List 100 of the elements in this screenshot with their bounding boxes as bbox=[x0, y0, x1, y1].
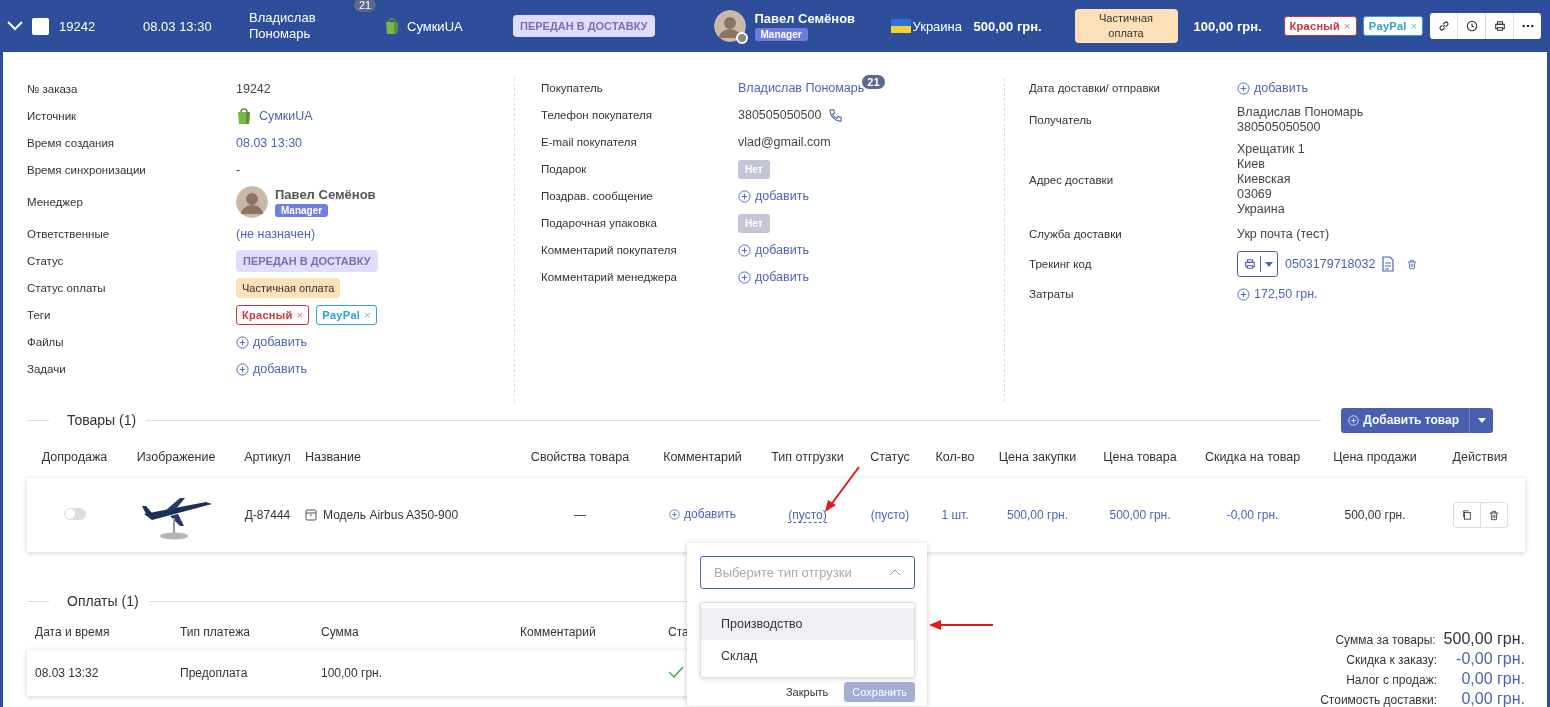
status-badge: ПЕРЕДАН В ДОСТАВКУ bbox=[513, 15, 655, 37]
field-label: Трекинг код bbox=[1029, 258, 1093, 270]
total-label: Стоимость доставки: bbox=[1320, 693, 1437, 707]
column-header: Сумма bbox=[321, 625, 360, 639]
column-header: Цена закупки bbox=[998, 450, 1077, 464]
payment-type: Предоплата bbox=[180, 666, 249, 680]
add-link[interactable]: добавить bbox=[738, 270, 809, 284]
field-link[interactable]: (не назначен) bbox=[236, 227, 316, 241]
total-value: 0,00 грн. bbox=[1460, 690, 1525, 707]
manager-name: Павел Семёнов bbox=[275, 187, 376, 202]
order-number: 19242 bbox=[59, 18, 97, 34]
plus-circle-icon bbox=[236, 362, 249, 376]
field-label: Статус оплаты bbox=[27, 282, 107, 294]
add-link[interactable]: добавить bbox=[236, 362, 307, 376]
field-label: Затраты bbox=[1029, 288, 1075, 300]
manager-name: Павел Семёнов bbox=[754, 11, 856, 26]
field-label: Файлы bbox=[27, 336, 65, 348]
column-header: Дата и время bbox=[35, 625, 111, 639]
plus-circle-icon bbox=[738, 270, 751, 284]
address-line: Киев bbox=[1237, 157, 1266, 172]
role-badge: Manager bbox=[275, 204, 329, 217]
customer-name[interactable]: Владислав Пономарь bbox=[249, 10, 329, 42]
print-dropdown-button[interactable] bbox=[1237, 251, 1278, 277]
toggle-switch[interactable] bbox=[63, 507, 86, 520]
dropdown-option[interactable]: Склад bbox=[701, 640, 914, 672]
column-header: Цена товара bbox=[1103, 450, 1177, 464]
source-name[interactable]: СумкиUA bbox=[259, 109, 313, 123]
column-header: Название bbox=[305, 450, 361, 464]
field-label: Телефон покупателя bbox=[541, 109, 653, 121]
column-header: Тип отгрузки bbox=[771, 450, 844, 464]
shopping-bag-icon bbox=[384, 17, 400, 35]
field-label: Подарочная упаковка bbox=[541, 217, 658, 229]
address-line: Хрещатик 1 bbox=[1237, 142, 1305, 157]
plus-circle-icon bbox=[1237, 81, 1250, 95]
field-value: vlad@gmail.com bbox=[738, 135, 831, 149]
add-link[interactable]: 172,50 грн. bbox=[1237, 287, 1318, 301]
field-link[interactable]: 08.03 13:30 bbox=[236, 136, 303, 150]
count-badge: 21 bbox=[354, 0, 377, 12]
total-label: Сумма за товары: bbox=[1335, 633, 1436, 647]
print-icon bbox=[1244, 258, 1256, 270]
plus-circle-icon bbox=[1237, 287, 1250, 301]
field-value: - bbox=[236, 163, 241, 177]
close-icon[interactable]: × bbox=[296, 309, 304, 321]
avatar bbox=[713, 10, 746, 42]
flag-icon bbox=[890, 19, 911, 33]
add-link[interactable]: добавить bbox=[738, 243, 809, 257]
payment-date: 08.03 13:32 bbox=[35, 666, 100, 680]
add-link[interactable]: добавить bbox=[1237, 81, 1308, 95]
column-header: Тип платежа bbox=[180, 625, 251, 639]
customer-link[interactable]: Владислав Пономарь bbox=[738, 81, 865, 95]
total-label: Скидка к заказу: bbox=[1346, 653, 1437, 667]
phone-icon[interactable] bbox=[828, 107, 844, 123]
tag-label: Красный bbox=[1289, 20, 1341, 32]
chevron-down-icon[interactable] bbox=[7, 21, 23, 31]
add-link[interactable]: добавить bbox=[669, 507, 736, 522]
no-badge: Нет bbox=[738, 213, 770, 233]
payment-status-badge: Частичная оплата bbox=[1074, 9, 1178, 43]
total-value: -0,00 грн. bbox=[1455, 650, 1525, 668]
column-header: Действия bbox=[1452, 450, 1508, 464]
field-value: 19242 bbox=[236, 82, 271, 96]
country-name: Украина bbox=[912, 18, 962, 34]
product-name[interactable]: Модель Airbus A350-900 bbox=[323, 508, 459, 522]
tag-label: PayPal bbox=[1368, 20, 1407, 32]
chevron-up-icon bbox=[889, 569, 901, 576]
section-title: Оплаты (1) bbox=[67, 593, 139, 609]
caret-icon bbox=[1478, 417, 1486, 423]
no-badge: Нет bbox=[738, 159, 770, 179]
trash-icon[interactable] bbox=[1407, 258, 1418, 270]
checkbox[interactable] bbox=[32, 17, 49, 35]
add-link[interactable]: добавить bbox=[236, 335, 307, 349]
total-value: 500,00 грн. bbox=[1443, 630, 1525, 648]
field-label: Теги bbox=[27, 309, 52, 321]
field-label: Ответственные bbox=[27, 228, 111, 240]
total-label: Налог с продаж: bbox=[1346, 673, 1437, 687]
close-button[interactable]: Закрыть bbox=[777, 682, 837, 702]
article-number: Д-87444 bbox=[244, 508, 291, 522]
payment-status-badge: Частичная оплата bbox=[236, 278, 341, 298]
plus-circle-icon bbox=[738, 189, 751, 203]
tracking-code-link[interactable]: 0503179718032 bbox=[1285, 257, 1376, 271]
status-link[interactable]: (пусто) bbox=[870, 508, 910, 522]
field-label: Дата доставки/ отправки bbox=[1029, 82, 1161, 94]
plus-circle-icon bbox=[738, 243, 751, 257]
field-label: E-mail покупателя bbox=[541, 136, 638, 148]
field-label: Получатель bbox=[1029, 114, 1093, 126]
sale-price: 500,00 грн. bbox=[1344, 508, 1406, 522]
phone-number: 380505050500 bbox=[738, 108, 822, 122]
address-line: Владислав Пономарь bbox=[1237, 105, 1364, 120]
product-price: 500,00 грн. bbox=[1109, 508, 1171, 522]
add-link[interactable]: добавить bbox=[738, 189, 809, 203]
paid-amount: 100,00 грн. bbox=[1193, 18, 1263, 34]
plus-circle-icon bbox=[236, 335, 249, 349]
field-label: Менеджер bbox=[27, 196, 84, 208]
field-label: Покупатель bbox=[541, 82, 604, 94]
plus-circle-icon bbox=[1348, 414, 1360, 426]
add-product-button[interactable]: Добавить товар bbox=[1341, 407, 1493, 433]
close-icon[interactable]: × bbox=[1344, 20, 1351, 32]
column-header: Комментарий bbox=[520, 625, 597, 639]
field-label: Поздрав. сообщение bbox=[541, 190, 654, 202]
dropdown-option[interactable]: Производство bbox=[701, 608, 914, 640]
document-icon[interactable] bbox=[1382, 256, 1395, 272]
